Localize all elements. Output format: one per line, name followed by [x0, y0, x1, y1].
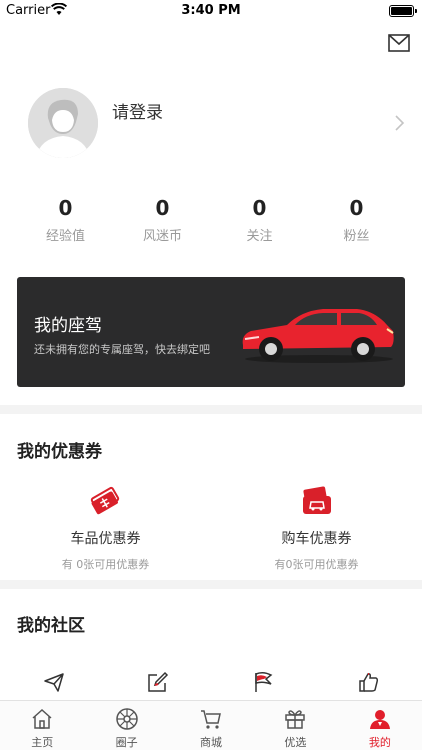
coupon-name: 购车优惠券: [281, 531, 352, 547]
stat-value: 0: [349, 196, 364, 220]
user-icon: [369, 710, 390, 729]
stat-experience[interactable]: 0 经验值: [17, 196, 114, 246]
home-icon: [32, 708, 52, 729]
avatar-placeholder-icon: [28, 88, 98, 158]
chevron-right-icon: [395, 115, 405, 131]
mail-icon[interactable]: [388, 34, 410, 52]
stat-label: 风迷币: [142, 229, 182, 244]
stat-label: 关注: [246, 229, 273, 244]
product-coupon[interactable]: 车品优惠券 有 0张可用优惠券: [0, 484, 211, 572]
battery-icon: [389, 5, 417, 17]
section-divider: [0, 580, 422, 589]
coupon-count: 有 0张可用优惠券: [61, 558, 150, 571]
coupons-section-title: 我的优惠券: [17, 442, 102, 462]
send-icon[interactable]: [42, 670, 66, 694]
stat-label: 经验值: [45, 229, 85, 244]
cart-icon: [201, 710, 221, 729]
tab-bar: 主页 圈子 商城 优选 我的: [0, 700, 422, 750]
my-car-card[interactable]: 我的座驾 还未拥有您的专属座驾，快去绑定吧: [17, 277, 405, 387]
stat-followers[interactable]: 0 粉丝: [308, 196, 405, 246]
tab-home[interactable]: 主页: [0, 701, 84, 750]
login-prompt[interactable]: 请登录: [112, 98, 163, 123]
tab-label: 主页: [31, 736, 54, 749]
tab-label: 我的: [368, 736, 391, 749]
community-section-title: 我的社区: [17, 616, 85, 636]
tab-picks[interactable]: 优选: [253, 701, 337, 750]
car-illustration-icon: [242, 309, 394, 363]
my-car-title: 我的座驾: [34, 316, 102, 336]
edit-icon[interactable]: [146, 670, 170, 694]
status-bar: Carrier 3:40 PM: [0, 0, 422, 22]
gift-icon: [285, 710, 306, 729]
stats-row: 0 经验值 0 风迷币 0 关注 0 粉丝: [0, 196, 422, 246]
ticket-icon: [90, 486, 119, 515]
stat-coins[interactable]: 0 风迷币: [114, 196, 211, 246]
coupon-name: 车品优惠券: [70, 531, 141, 547]
tab-label: 商城: [200, 736, 223, 749]
stat-value: 0: [155, 196, 170, 220]
avatar[interactable]: [28, 88, 98, 158]
tab-mall[interactable]: 商城: [169, 701, 253, 750]
stat-following[interactable]: 0 关注: [211, 196, 308, 246]
thumbs-up-icon[interactable]: [357, 670, 381, 694]
tab-label: 优选: [284, 736, 307, 749]
flag-icon[interactable]: [251, 670, 275, 694]
my-car-subtitle: 还未拥有您的专属座驾，快去绑定吧: [34, 343, 210, 356]
clock: 3:40 PM: [181, 3, 241, 18]
stat-value: 0: [252, 196, 267, 220]
car-purchase-coupon[interactable]: 购车优惠券 有0张可用优惠券: [211, 484, 422, 572]
tab-circle[interactable]: 圈子: [84, 701, 168, 750]
stat-value: 0: [58, 196, 73, 220]
coupon-count: 有0张可用优惠券: [274, 558, 359, 571]
tab-mine[interactable]: 我的: [338, 701, 422, 750]
stat-label: 粉丝: [343, 229, 370, 244]
car-ticket-icon: [302, 486, 331, 514]
profile-login-row[interactable]: 请登录: [0, 88, 422, 160]
tab-label: 圈子: [115, 736, 138, 749]
wheel-icon: [115, 708, 138, 730]
section-divider: [0, 405, 422, 414]
